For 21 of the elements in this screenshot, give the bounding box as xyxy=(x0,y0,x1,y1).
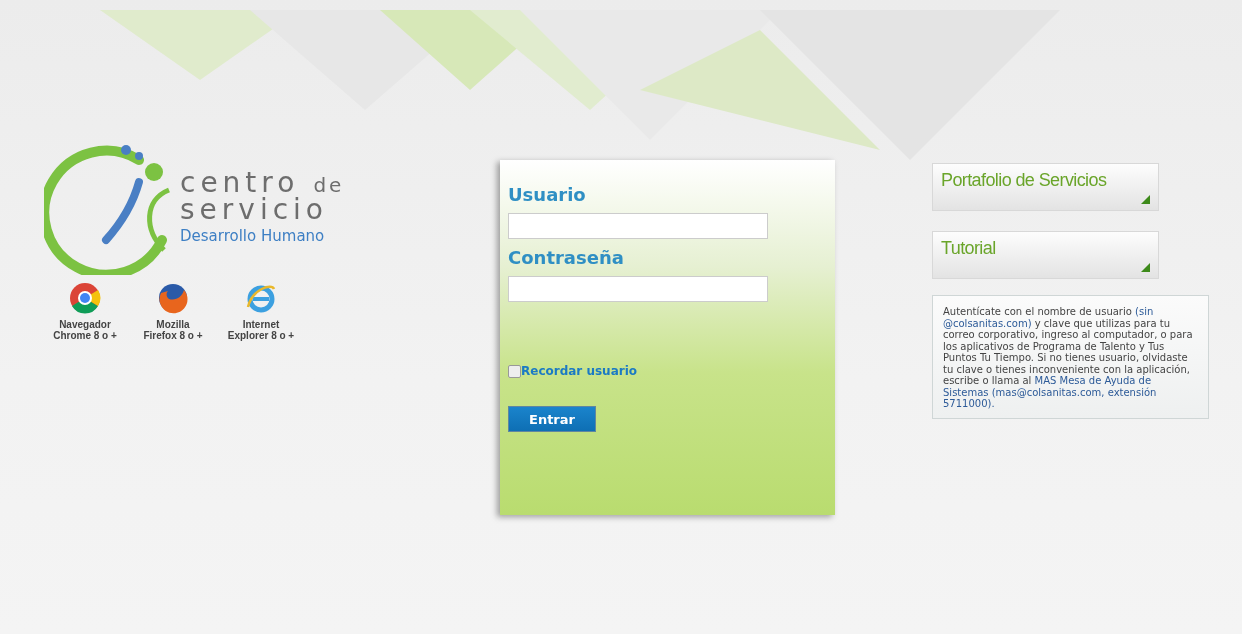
browser-label: Internet Explorer 8 o + xyxy=(227,319,295,341)
link-button[interactable]: Portafolio de Servicios xyxy=(932,163,1159,211)
corner-triangle-icon xyxy=(1141,263,1150,272)
help-text: Autentícate con el nombre de usuario (sin @colsanitas.com) y clave que utilizas para tu correo corporativo, ingreso al computador, o para los aplicativos de Programa de Talento y Tus Puntos Tu Tiempo. Si no tienes usuario, olvidaste tu clave o tienes inconveniente con la aplicación, escribe o llama al MAS Mesa de Ayuda de Sistemas (mas@colsanitas.com, extensión 5711000). xyxy=(932,295,1209,419)
logo-subtitle: Desarrollo Humano xyxy=(180,227,326,245)
chrome-icon xyxy=(68,281,102,315)
password-field[interactable] xyxy=(508,276,768,302)
firefox-icon xyxy=(156,281,190,315)
submit-button[interactable]: Entrar xyxy=(508,406,596,432)
logo-title: de xyxy=(313,173,345,197)
checkbox[interactable] xyxy=(508,364,521,378)
logo-title: servicio xyxy=(180,197,329,223)
corner-triangle-icon xyxy=(1141,195,1150,204)
checkbox-label[interactable]: Recordar usuario xyxy=(521,364,638,378)
field-label: Usuario xyxy=(508,184,587,205)
field-label: Contraseña xyxy=(508,247,625,268)
link-button[interactable]: Tutorial xyxy=(932,231,1159,279)
logo-title: centro xyxy=(180,170,300,196)
username-field[interactable] xyxy=(508,213,768,239)
browser-label: Navegador Chrome 8 o + xyxy=(53,319,117,341)
browser-label: Mozilla Firefox 8 o + xyxy=(143,319,203,341)
